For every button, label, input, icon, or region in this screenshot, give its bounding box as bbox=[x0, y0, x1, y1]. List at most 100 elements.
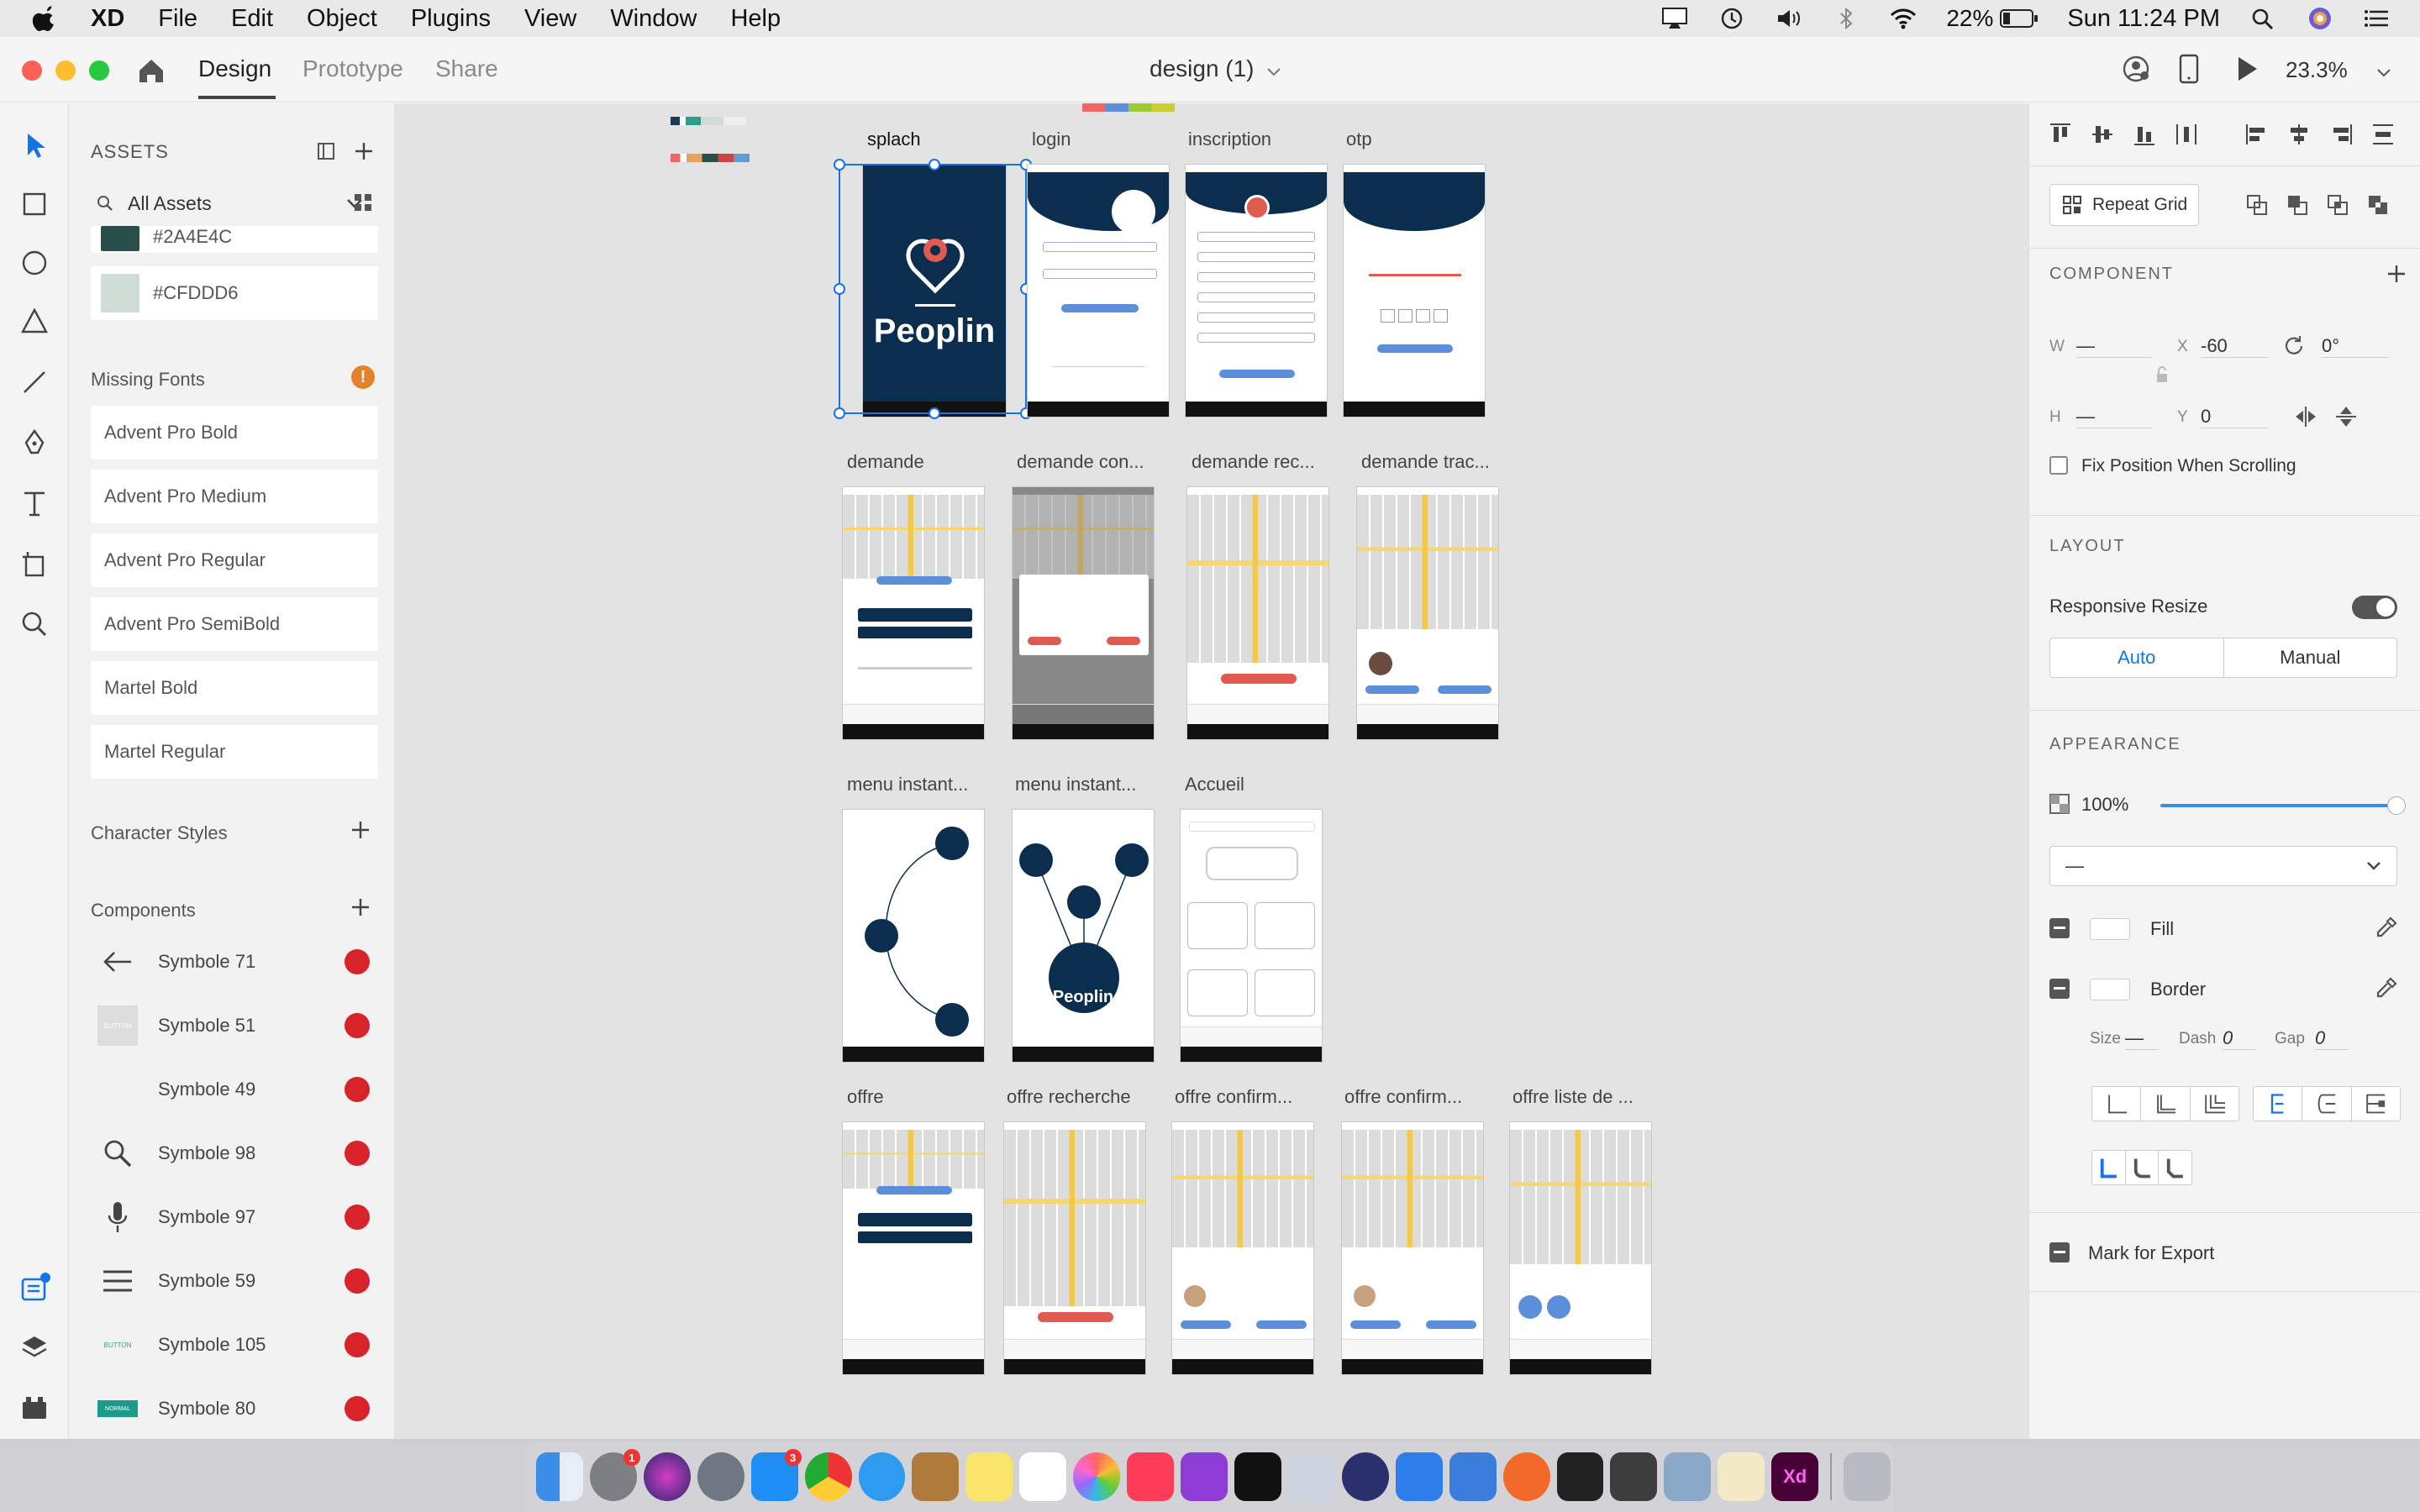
missing-font-item[interactable]: Advent Pro SemiBold bbox=[91, 597, 378, 651]
photos-icon[interactable] bbox=[1073, 1452, 1121, 1501]
component-item[interactable]: Symbole 49 bbox=[91, 1062, 378, 1117]
artboard-offre-confirmation-2[interactable] bbox=[1341, 1121, 1484, 1375]
align-center-icon[interactable] bbox=[2286, 122, 2312, 147]
artboard-label[interactable]: offre recherche bbox=[1007, 1086, 1131, 1108]
color-swatch-row[interactable]: #CFDDD6 bbox=[91, 266, 378, 320]
battery-status[interactable]: 22% bbox=[1946, 5, 2039, 32]
artboard-demande-tracking[interactable] bbox=[1356, 486, 1499, 740]
square-cap-icon[interactable] bbox=[2189, 1087, 2238, 1121]
round-cap-icon[interactable] bbox=[2140, 1087, 2189, 1121]
lock-aspect-icon[interactable] bbox=[2155, 365, 2169, 386]
warning-icon[interactable]: ! bbox=[351, 365, 375, 389]
auto-option[interactable]: Auto bbox=[2050, 638, 2224, 677]
add-component-icon[interactable] bbox=[350, 896, 371, 918]
inner-stroke-icon[interactable] bbox=[2254, 1087, 2302, 1121]
zoom-window-button[interactable] bbox=[89, 60, 109, 81]
assets-panel-icon[interactable] bbox=[18, 1271, 51, 1305]
color-swatch-row[interactable]: #2A4E4C bbox=[91, 226, 378, 253]
eyedropper-icon[interactable] bbox=[2374, 915, 2399, 940]
component-item[interactable]: BUTTON Symbole 51 bbox=[91, 998, 378, 1053]
boolean-subtract-icon[interactable] bbox=[2285, 192, 2310, 218]
link-broken-icon[interactable] bbox=[345, 1013, 370, 1038]
home-icon[interactable] bbox=[136, 55, 166, 86]
x-field[interactable]: -60 bbox=[2201, 335, 2268, 358]
artboard-tool-icon[interactable] bbox=[18, 547, 51, 580]
plugins-panel-icon[interactable] bbox=[18, 1392, 51, 1425]
menu-file[interactable]: File bbox=[158, 5, 197, 33]
artboard-menu-instant-1[interactable] bbox=[842, 809, 985, 1063]
missing-font-item[interactable]: Martel Regular bbox=[91, 725, 378, 779]
system-preferences-icon[interactable]: 1 bbox=[589, 1449, 640, 1501]
resize-handle[interactable] bbox=[834, 283, 845, 295]
resize-handle[interactable] bbox=[929, 159, 940, 171]
volume-icon[interactable] bbox=[1775, 6, 1803, 31]
tab-share[interactable]: Share bbox=[435, 55, 498, 82]
text-tool-icon[interactable] bbox=[18, 486, 51, 520]
tab-prototype[interactable]: Prototype bbox=[302, 55, 403, 82]
launchpad-icon[interactable] bbox=[697, 1452, 744, 1501]
bluetooth-icon[interactable] bbox=[1832, 6, 1860, 31]
artboard-label[interactable]: menu instant... bbox=[1015, 774, 1136, 795]
rotation-field[interactable]: 0° bbox=[2322, 335, 2389, 358]
artboard-menu-instant-2[interactable]: Peoplin bbox=[1012, 809, 1155, 1063]
artboard-demande-confirmation[interactable] bbox=[1012, 486, 1155, 740]
artboard-label[interactable]: login bbox=[1032, 129, 1071, 150]
play-preview-icon[interactable] bbox=[2235, 54, 2260, 84]
artboard-offre[interactable] bbox=[842, 1121, 985, 1375]
outer-stroke-icon[interactable] bbox=[2302, 1087, 2350, 1121]
artboard-otp[interactable] bbox=[1343, 164, 1486, 417]
create-component-icon[interactable] bbox=[2386, 263, 2407, 285]
eyedropper-icon[interactable] bbox=[2374, 975, 2399, 1000]
resize-handle[interactable] bbox=[834, 159, 845, 171]
artboard-label[interactable]: menu instant... bbox=[847, 774, 968, 795]
menu-help[interactable]: Help bbox=[730, 5, 781, 33]
artboard-label[interactable]: demande bbox=[847, 451, 924, 473]
chrome-icon[interactable] bbox=[804, 1452, 852, 1501]
flip-vertical-icon[interactable] bbox=[2333, 404, 2359, 429]
artboard-label[interactable]: otp bbox=[1346, 129, 1372, 150]
round-join-icon[interactable] bbox=[2124, 1151, 2159, 1184]
butt-cap-icon[interactable] bbox=[2092, 1087, 2140, 1121]
miter-join-icon[interactable] bbox=[2092, 1151, 2125, 1184]
apple-logo-icon[interactable] bbox=[32, 4, 60, 33]
script-editor-icon[interactable] bbox=[1718, 1452, 1765, 1501]
height-field[interactable]: — bbox=[2076, 406, 2152, 428]
component-item[interactable]: Symbole 59 bbox=[91, 1253, 378, 1309]
artboard-label[interactable]: offre confirm... bbox=[1175, 1086, 1292, 1108]
color-strip[interactable] bbox=[671, 117, 746, 125]
artboard-demande-recherche[interactable] bbox=[1186, 486, 1329, 740]
artboard-inscription[interactable] bbox=[1185, 164, 1328, 417]
link-broken-icon[interactable] bbox=[345, 1205, 370, 1230]
artboard-label[interactable]: demande rec... bbox=[1192, 451, 1315, 473]
menubar-clock[interactable]: Sun 11:24 PM bbox=[2067, 5, 2220, 33]
share-user-icon[interactable] bbox=[2121, 54, 2151, 84]
link-broken-icon[interactable] bbox=[345, 1077, 370, 1102]
xcode-icon[interactable] bbox=[1395, 1452, 1443, 1501]
preview-icon[interactable] bbox=[1664, 1452, 1712, 1501]
artboard-label[interactable]: inscription bbox=[1188, 129, 1271, 150]
artboard-label[interactable]: offre bbox=[847, 1086, 884, 1108]
selection-box[interactable] bbox=[834, 159, 1032, 419]
artboard-offre-confirmation-1[interactable] bbox=[1171, 1121, 1314, 1375]
align-left-icon[interactable] bbox=[2244, 122, 2270, 147]
sublime-text-icon[interactable] bbox=[1610, 1452, 1658, 1501]
link-broken-icon[interactable] bbox=[345, 1396, 370, 1421]
color-strip[interactable] bbox=[671, 154, 750, 162]
menu-app-name[interactable]: XD bbox=[91, 5, 124, 33]
notification-center-icon[interactable] bbox=[2363, 6, 2391, 31]
border-size-field[interactable]: — bbox=[2125, 1027, 2159, 1050]
artboard-offre-liste[interactable] bbox=[1509, 1121, 1652, 1375]
time-machine-icon[interactable] bbox=[1718, 6, 1746, 31]
pen-tool-icon[interactable] bbox=[18, 426, 51, 459]
menu-plugins[interactable]: Plugins bbox=[411, 5, 491, 33]
component-item[interactable]: NORMAL Symbole 80 bbox=[91, 1381, 378, 1436]
component-item[interactable]: Symbole 71 bbox=[91, 934, 378, 990]
artboard-label[interactable]: offre confirm... bbox=[1344, 1086, 1462, 1108]
artboard-offre-recherche[interactable] bbox=[1003, 1121, 1146, 1375]
align-top-icon[interactable] bbox=[2048, 122, 2073, 147]
link-broken-icon[interactable] bbox=[345, 1141, 370, 1166]
design-canvas[interactable]: splach login inscription otp Peoplin dem… bbox=[395, 103, 2028, 1439]
apple-tv-icon[interactable] bbox=[1234, 1452, 1281, 1501]
adobe-xd-icon[interactable]: Xd bbox=[1771, 1452, 1819, 1501]
network-utility-icon[interactable] bbox=[1341, 1452, 1389, 1501]
